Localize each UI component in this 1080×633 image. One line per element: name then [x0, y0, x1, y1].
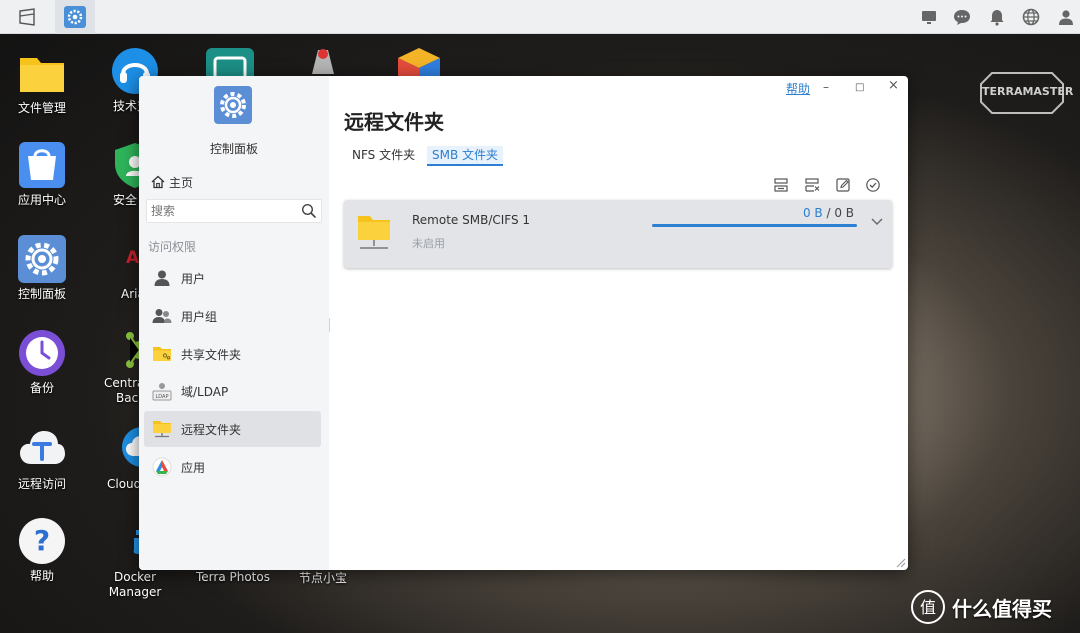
watermark-text: 什么值得买 — [952, 597, 1052, 621]
shared-folder-icon — [153, 347, 171, 361]
maximize-button[interactable]: □ — [855, 82, 864, 93]
desktop-app-center[interactable]: 应用中心 — [2, 140, 82, 208]
user-icon[interactable] — [1056, 7, 1076, 27]
gear-icon — [18, 235, 66, 283]
sidebar-item-label: 用户 — [181, 271, 206, 286]
taskbar-control-panel[interactable] — [55, 0, 95, 34]
sidebar-splitter[interactable] — [329, 318, 330, 332]
remote-folder-card[interactable]: Remote SMB/CIFS 1 未启用 0 B / 0 B — [344, 200, 892, 268]
home-label: 主页 — [169, 175, 194, 190]
sidebar-title: 控制面板 — [209, 142, 258, 156]
desktop-help[interactable]: ? 帮助 — [2, 516, 82, 584]
edit-icon[interactable] — [835, 177, 851, 193]
search-input[interactable] — [147, 200, 297, 222]
user-icon — [154, 270, 170, 286]
ldap-icon: LDAP — [152, 383, 172, 401]
desktop-file-manager[interactable]: 文件管理 — [2, 48, 82, 116]
sidebar-item-label: 共享文件夹 — [181, 347, 242, 362]
brand-text: TERRAMASTER — [982, 85, 1074, 98]
backup-clock-icon — [19, 330, 65, 376]
svg-text:值: 值 — [920, 598, 936, 617]
chat-icon[interactable] — [952, 7, 972, 27]
sidebar-item-label: 远程文件夹 — [181, 422, 242, 437]
desktop-label-terra-photos[interactable]: Terra Photos — [196, 570, 270, 585]
page-title: 远程文件夹 — [344, 110, 444, 134]
usage-used: 0 B — [802, 206, 823, 220]
monitor-icon[interactable] — [919, 7, 939, 27]
desktop-label: 远程访问 — [17, 477, 66, 491]
tab-smb[interactable]: SMB 文件夹 — [427, 146, 504, 166]
sidebar-item-remote-folders[interactable]: 远程文件夹 — [144, 411, 321, 447]
bell-icon[interactable] — [987, 7, 1007, 27]
desktop-label: 应用中心 — [17, 193, 66, 207]
usage-text: 0 B / 0 B — [803, 206, 854, 220]
user-group-icon — [152, 309, 172, 323]
globe-icon[interactable] — [1021, 7, 1041, 27]
usage-bar — [652, 224, 857, 227]
sidebar-item-user-groups[interactable]: 用户组 — [144, 298, 321, 334]
desktop-label: 备份 — [29, 381, 54, 395]
sidebar-item-apps[interactable]: 应用 — [144, 449, 321, 485]
desktop-label: 帮助 — [29, 569, 54, 583]
remote-folder-name: Remote SMB/CIFS 1 — [412, 213, 531, 227]
home-icon — [151, 175, 165, 189]
app-icon — [152, 457, 172, 477]
control-panel-window: 控制面板 主页 访问权限 用户 — [139, 76, 908, 570]
desktop-backup[interactable]: 备份 — [2, 328, 82, 396]
remote-folder-status: 未启用 — [412, 237, 445, 250]
remote-folder-icon — [358, 216, 390, 249]
help-icon: ? — [19, 518, 65, 564]
desktop-label-node-box[interactable]: 节点小宝 — [299, 571, 347, 586]
window-switch-icon[interactable] — [17, 7, 37, 27]
watermark-logo-icon: 值 — [911, 590, 945, 624]
tab-nfs[interactable]: NFS 文件夹 — [347, 146, 420, 166]
remote-access-icon — [20, 431, 65, 464]
sidebar-item-label: 应用 — [181, 460, 206, 475]
unmount-icon[interactable] — [804, 177, 820, 193]
app-center-icon — [19, 142, 65, 188]
sidebar-item-label: 域/LDAP — [181, 384, 229, 399]
desktop-label-line2: Manager — [108, 585, 162, 599]
sidebar-item-users[interactable]: 用户 — [144, 260, 321, 296]
chevron-down-icon[interactable] — [870, 214, 884, 228]
sidebar-home[interactable]: 主页 — [151, 172, 193, 192]
help-link[interactable]: 帮助 — [786, 80, 810, 97]
control-panel-gear-icon — [214, 86, 252, 124]
desktop-control-panel[interactable]: 控制面板 — [2, 234, 82, 302]
desktop-remote-access[interactable]: 远程访问 — [2, 424, 82, 492]
remote-folder-icon — [153, 421, 171, 438]
control-panel-app-icon — [64, 6, 86, 28]
sidebar-item-shared-folders[interactable]: 共享文件夹 — [144, 336, 321, 372]
check-icon[interactable] — [865, 177, 881, 193]
usage-total: 0 B — [834, 206, 854, 220]
terramaster-logo: TERRAMASTER — [980, 72, 1074, 114]
app-icon-partial-teal[interactable] — [205, 46, 255, 76]
desktop-label: 文件管理 — [17, 101, 66, 115]
usage-separator: / — [822, 206, 835, 220]
desktop-label: Docker — [113, 570, 157, 584]
search-icon[interactable] — [301, 203, 317, 219]
desktop-label: 控制面板 — [17, 287, 66, 301]
search-box — [146, 199, 322, 223]
app-icon-partial-cube[interactable] — [394, 46, 444, 76]
sidebar-item-label: 用户组 — [181, 309, 218, 324]
section-label: 访问权限 — [148, 240, 197, 254]
mount-icon[interactable] — [773, 177, 789, 193]
watermark: 值 什么值得买 — [908, 587, 1076, 627]
minimize-button[interactable]: – — [823, 80, 829, 94]
app-icon-partial-tools[interactable] — [300, 46, 350, 76]
folder-icon — [20, 58, 64, 92]
resize-grip-icon[interactable] — [894, 556, 906, 568]
svg-text:LDAP: LDAP — [156, 394, 169, 400]
taskbar — [0, 0, 1080, 34]
svg-text:?: ? — [34, 524, 50, 557]
sidebar: 控制面板 主页 访问权限 用户 — [139, 76, 329, 570]
close-button[interactable]: × — [888, 78, 899, 93]
sidebar-item-ldap[interactable]: LDAP 域/LDAP — [144, 373, 321, 409]
